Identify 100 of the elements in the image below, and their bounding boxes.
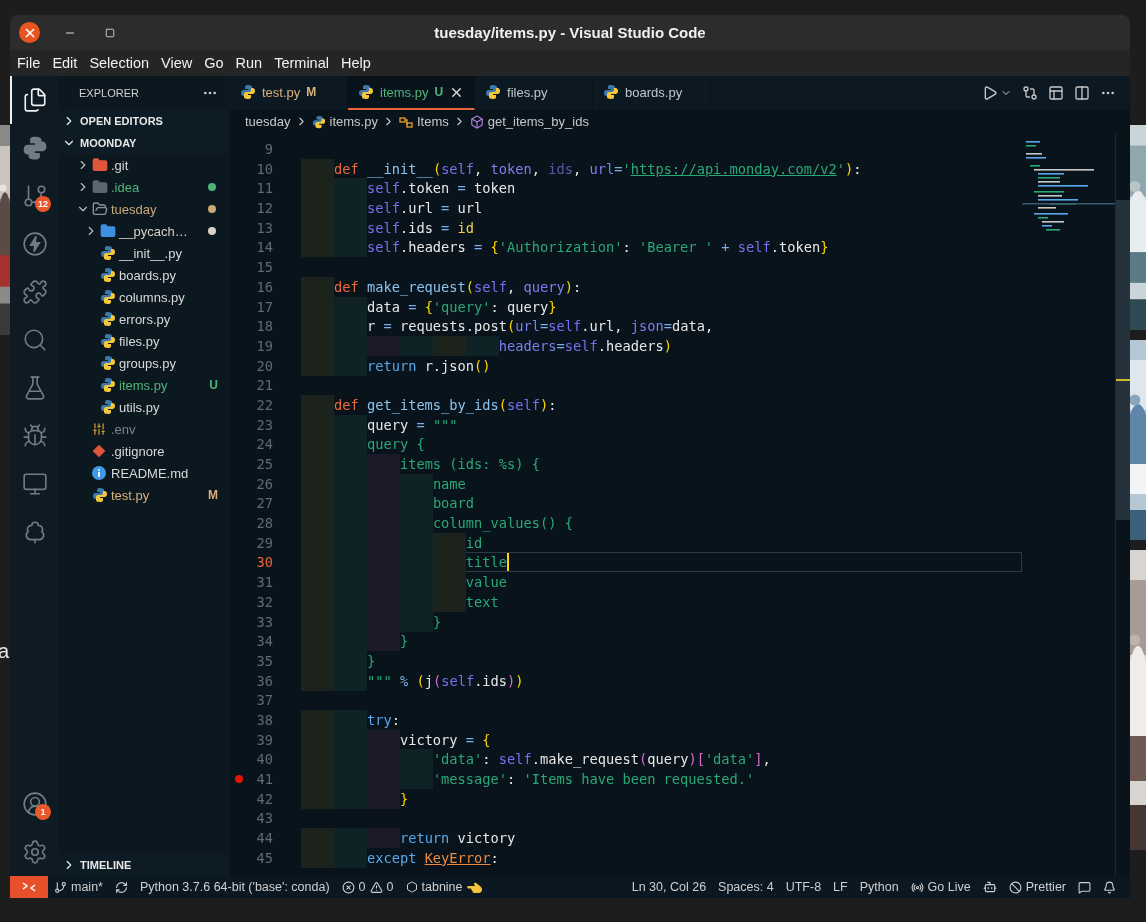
line-number: 27 <box>255 495 273 512</box>
menu-item[interactable]: View <box>156 53 198 73</box>
line-number: 35 <box>255 652 273 669</box>
tree-item[interactable]: utils.py <box>58 396 230 418</box>
warning-count: 0 <box>386 880 394 894</box>
line-number: 43 <box>255 810 273 827</box>
breadcrumb-item[interactable]: Items <box>416 114 449 129</box>
branch-icon <box>54 880 67 894</box>
feedback-icon[interactable] <box>1078 880 1091 894</box>
line-number: 14 <box>255 239 273 256</box>
branch-status[interactable]: main* <box>48 876 109 898</box>
tree-item[interactable]: columns.py <box>58 286 230 308</box>
editor-tab[interactable]: items.py U <box>348 76 476 110</box>
section-header[interactable]: MOONDAY <box>58 132 230 154</box>
menu-item[interactable]: Terminal <box>269 53 334 73</box>
line-number: 21 <box>255 377 273 394</box>
tree-item[interactable]: __pycach… <box>58 220 230 242</box>
tree-item[interactable]: groups.py <box>58 352 230 374</box>
tree-item[interactable]: files.py <box>58 330 230 352</box>
menu-item[interactable]: Edit <box>47 53 83 73</box>
code-line: } <box>301 611 1022 632</box>
tree-item[interactable]: boards.py <box>58 264 230 286</box>
section-header[interactable]: OPEN EDITORS <box>58 110 230 132</box>
run-icon[interactable] <box>982 85 998 101</box>
tree-item[interactable]: .gitignore <box>58 440 230 462</box>
python-icon <box>100 245 116 261</box>
code-line: } <box>301 631 1022 652</box>
cursor-position[interactable]: Ln 30, Col 26 <box>625 876 713 898</box>
eol-status[interactable]: LF <box>827 876 854 898</box>
section-header[interactable]: TIMELINE <box>58 854 230 876</box>
python-icon <box>240 84 256 100</box>
menu-item[interactable]: File <box>12 53 46 73</box>
python-icon <box>311 114 326 129</box>
go-live-button[interactable]: Go Live <box>904 876 977 898</box>
tree-item[interactable]: .env <box>58 418 230 440</box>
split-editor-icon[interactable] <box>1074 85 1090 101</box>
window-title: tuesday/items.py - Visual Studio Code <box>434 24 706 41</box>
line-number: 44 <box>255 830 273 847</box>
sidebar-title: EXPLORER <box>79 87 139 99</box>
code-line: id <box>301 532 1022 553</box>
code-line: def get_items_by_ids(self): <box>301 394 1022 415</box>
breadcrumb-item[interactable]: tuesday <box>245 114 291 129</box>
tree-item[interactable]: .idea <box>58 176 230 198</box>
breadcrumb-item[interactable]: get_items_by_ids <box>487 114 589 129</box>
bot-icon[interactable] <box>982 880 997 894</box>
prettier-status[interactable]: Prettier <box>1002 876 1072 898</box>
python-icon[interactable] <box>22 135 48 161</box>
code-line: } <box>301 788 1022 809</box>
scrollbar-thumb[interactable] <box>1116 200 1130 520</box>
menu-item[interactable]: Selection <box>84 53 155 73</box>
monitor-icon[interactable] <box>22 471 48 497</box>
bell-icon[interactable] <box>1103 880 1116 894</box>
class-icon <box>398 114 413 129</box>
search-icon[interactable] <box>22 327 48 353</box>
tree-item[interactable]: .git <box>58 154 230 176</box>
line-number: 39 <box>255 731 273 748</box>
menu-item[interactable]: Help <box>335 53 376 73</box>
files-icon[interactable] <box>22 87 48 113</box>
close-button[interactable] <box>19 22 40 43</box>
tree-item[interactable]: items.py U <box>58 374 230 396</box>
sync-icon[interactable] <box>114 880 128 894</box>
compare-icon[interactable] <box>1022 85 1038 101</box>
remote-button[interactable] <box>10 876 48 898</box>
git-status-letter: U <box>434 85 444 99</box>
tree-item[interactable]: tuesday <box>58 198 230 220</box>
cube-icon <box>469 114 484 129</box>
line-number: 31 <box>255 574 273 591</box>
line-number: 26 <box>255 475 273 492</box>
extensions-icon[interactable] <box>22 279 48 305</box>
breakpoint-icon[interactable] <box>235 775 243 783</box>
tree-item[interactable]: __init__.py <box>58 242 230 264</box>
lightning-icon[interactable] <box>22 231 48 257</box>
notification-count: 1 <box>35 804 51 820</box>
settings-icon[interactable] <box>22 839 48 865</box>
tabnine-status[interactable]: tabnine <box>399 876 489 898</box>
encoding-status[interactable]: UTF-8 <box>779 876 828 898</box>
breadcrumb-item[interactable]: items.py <box>329 114 378 129</box>
code-line: board <box>301 493 1022 514</box>
account-icon[interactable] <box>22 791 48 817</box>
line-number: 41 <box>255 771 273 787</box>
hexagon-icon <box>405 881 418 893</box>
problems-status[interactable]: 0 0 <box>335 876 400 898</box>
line-number: 18 <box>255 318 273 335</box>
sliders-icon <box>92 422 106 436</box>
language-status[interactable]: Python <box>853 876 905 898</box>
bug-icon[interactable] <box>22 423 48 449</box>
code-line: except KeyError: <box>301 847 1022 868</box>
tree-item[interactable]: README.md <box>58 462 230 484</box>
indentation-status[interactable]: Spaces: 4 <box>712 876 780 898</box>
menu-item[interactable]: Go <box>199 53 229 73</box>
git-status-letter: U <box>209 378 218 392</box>
interpreter-status[interactable]: Python 3.7.6 64-bit ('base': conda) <box>133 876 336 898</box>
code-line: try: <box>301 709 1022 730</box>
tabnine-label: tabnine <box>421 880 463 894</box>
tree-item[interactable]: errors.py <box>58 308 230 330</box>
tree-item[interactable]: test.py M <box>58 484 230 506</box>
code-line: self.headers = {'Authorization': 'Bearer ' + self.token} <box>301 237 1022 258</box>
folder-icon <box>100 223 116 239</box>
preview-icon[interactable] <box>1048 85 1064 101</box>
menu-item[interactable]: Run <box>230 53 268 73</box>
